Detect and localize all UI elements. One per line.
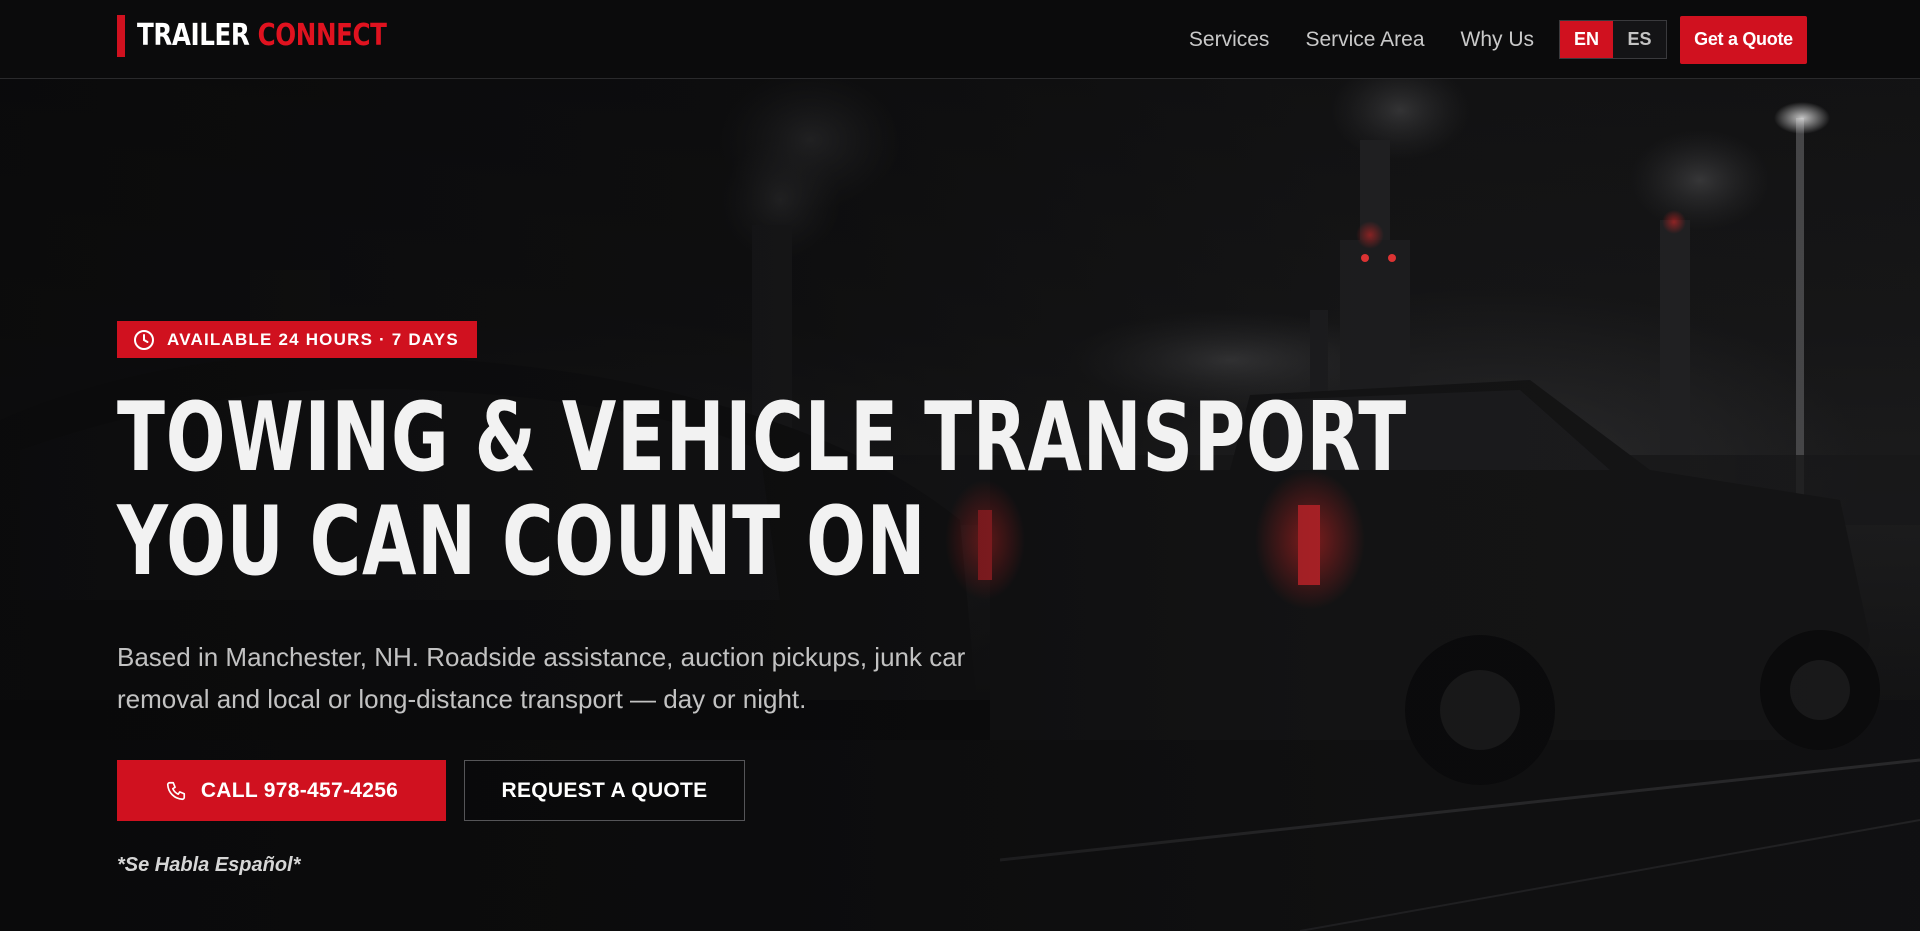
logo-text: TRAILER CONNECT: [137, 15, 387, 57]
site-header: TRAILER CONNECT Services Service Area Wh…: [0, 0, 1920, 79]
logo-accent-bar: [117, 15, 125, 57]
logo-text-primary: TRAILER: [137, 18, 250, 53]
request-quote-button[interactable]: REQUEST A QUOTE: [464, 760, 745, 821]
logo[interactable]: TRAILER CONNECT: [117, 15, 441, 57]
hero-section: AVAILABLE 24 HOURS · 7 DAYS TOWING & VEH…: [117, 321, 1860, 877]
call-phone-button[interactable]: CALL 978-457-4256: [117, 760, 446, 821]
hero-description: Based in Manchester, NH. Roadside assist…: [117, 642, 966, 714]
get-a-quote-button[interactable]: Get a Quote: [1680, 15, 1807, 64]
hero-headline-line-1: TOWING & VEHICLE TRANSPORT: [117, 383, 1407, 493]
hero-headline: TOWING & VEHICLE TRANSPORT YOU CAN COUNT…: [117, 386, 1407, 594]
nav-link-service-area[interactable]: Service Area: [1305, 28, 1424, 52]
hero-cta-group: CALL 978-457-4256 REQUEST A QUOTE: [117, 760, 1860, 821]
lang-button-en[interactable]: EN: [1560, 21, 1613, 58]
clock-icon: [134, 329, 154, 350]
nav-link-why-us[interactable]: Why Us: [1461, 28, 1535, 52]
availability-badge-text: AVAILABLE 24 HOURS · 7 DAYS: [167, 329, 459, 349]
page: TRAILER CONNECT Services Service Area Wh…: [0, 0, 1920, 931]
lang-button-es[interactable]: ES: [1613, 21, 1666, 58]
logo-text-accent: CONNECT: [257, 18, 387, 53]
phone-icon: [166, 781, 185, 800]
hero-headline-line-2: YOU CAN COUNT ON: [117, 487, 927, 597]
call-phone-button-label: CALL 978-457-4256: [200, 778, 399, 802]
main-nav: Services Service Area Why Us EN ES Get a…: [1189, 0, 1920, 79]
language-switcher: EN ES: [1559, 20, 1667, 59]
spanish-spoken-note: *Se Habla Español*: [117, 854, 301, 876]
availability-badge: AVAILABLE 24 HOURS · 7 DAYS: [117, 321, 477, 358]
nav-link-services[interactable]: Services: [1189, 28, 1270, 52]
